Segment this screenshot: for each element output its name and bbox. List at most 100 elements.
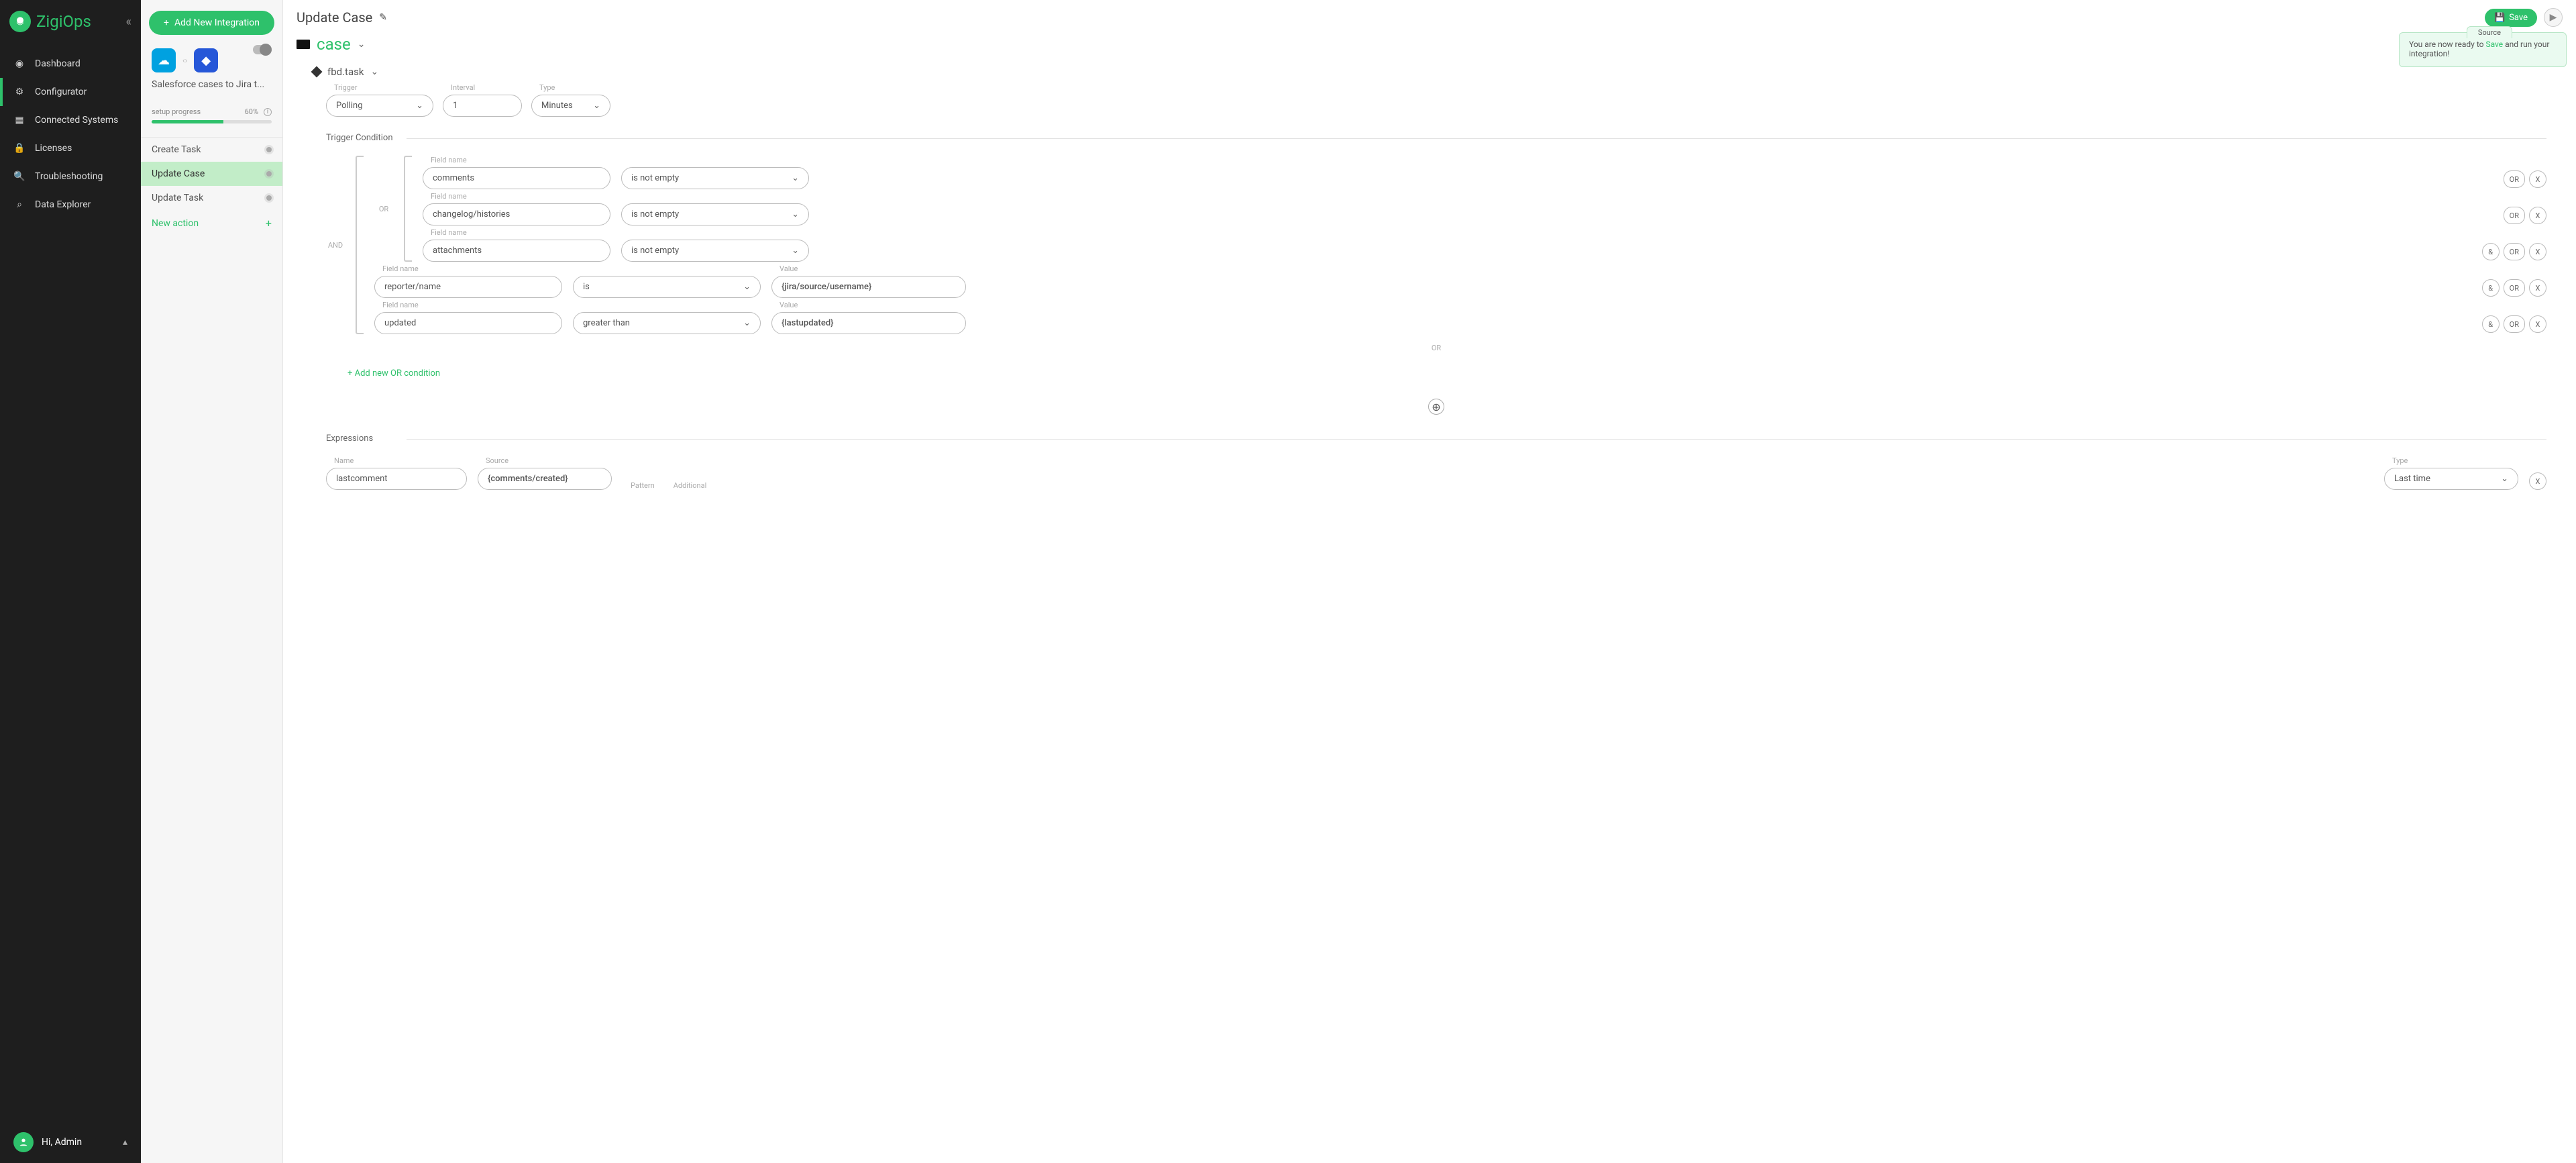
select-value: is not empty <box>631 209 679 219</box>
chevron-down-icon: ⌄ <box>593 101 600 111</box>
avatar-icon <box>13 1132 34 1152</box>
new-action-label: New action <box>152 218 199 229</box>
field-name-label: Field name <box>382 301 562 309</box>
button-label: Add New Integration <box>174 17 260 28</box>
sidebar-item-configurator[interactable]: ⚙ Configurator <box>0 78 141 106</box>
action-update-case[interactable]: Update Case <box>141 162 282 186</box>
expr-name-input[interactable] <box>326 468 467 490</box>
dashboard-icon: ◉ <box>13 58 25 70</box>
action-label: Create Task <box>152 144 201 155</box>
plus-icon: + <box>164 17 169 28</box>
jira-icon: ◆ <box>194 48 218 72</box>
value-label: Value <box>780 301 966 309</box>
divider-or: OR <box>326 344 2546 352</box>
remove-chip[interactable]: X <box>2529 207 2546 224</box>
operator-select[interactable]: is not empty ⌄ <box>621 240 809 262</box>
and-chip[interactable]: & <box>2482 315 2500 333</box>
remove-chip[interactable]: X <box>2529 472 2546 490</box>
gear-icon: ⚙ <box>13 86 25 98</box>
sidebar-item-label: Data Explorer <box>35 199 91 210</box>
add-new-integration-button[interactable]: + Add New Integration <box>149 11 274 35</box>
operator-select[interactable]: greater than⌄ <box>573 312 761 334</box>
action-label: Update Case <box>152 168 205 179</box>
sidebar-item-label: Dashboard <box>35 58 80 69</box>
info-icon[interactable]: i <box>264 108 272 116</box>
user-menu[interactable]: Hi, Admin ▴ <box>0 1121 141 1163</box>
value-label: Value <box>780 264 966 273</box>
expr-source-label: Source <box>486 456 612 465</box>
new-action-button[interactable]: New action + <box>141 210 282 236</box>
entity-label: case <box>317 35 351 54</box>
field-name-input[interactable] <box>374 312 562 334</box>
type-label: Type <box>539 83 610 92</box>
collapse-icon[interactable]: « <box>126 15 131 29</box>
run-button[interactable]: ▶ <box>2544 8 2563 27</box>
add-condition-button[interactable]: ⊕ <box>1428 399 1444 415</box>
and-chip[interactable]: & <box>2482 243 2500 260</box>
operator-select[interactable]: is not empty⌄ <box>621 167 809 189</box>
field-name-label: Field name <box>431 192 610 201</box>
sub-entity-label: fbd.task <box>327 66 364 78</box>
integration-card[interactable]: ☁ ‹› ◆ Salesforce cases to Jira t... <box>141 48 282 107</box>
select-value: greater than <box>583 318 630 328</box>
value-input[interactable] <box>771 276 966 298</box>
save-icon: 💾 <box>2494 13 2505 23</box>
expr-additional-label: Additional <box>674 481 707 490</box>
operator-select[interactable]: is not empty ⌄ <box>621 203 809 225</box>
chevron-down-icon: ⌄ <box>792 246 799 256</box>
progress-value: 60% <box>245 107 258 116</box>
section-trigger-condition: Trigger Condition <box>326 129 2546 148</box>
and-chip[interactable]: & <box>2482 279 2500 297</box>
trigger-select[interactable]: Polling ⌄ <box>326 95 433 117</box>
action-update-task[interactable]: Update Task <box>141 186 282 210</box>
select-value: is not empty <box>631 246 679 256</box>
and-label: AND <box>328 241 343 250</box>
field-name-input[interactable] <box>423 240 610 262</box>
lock-icon: 🔒 <box>13 142 25 154</box>
or-chip[interactable]: OR <box>2504 243 2525 260</box>
expr-source-input[interactable] <box>478 468 612 490</box>
field-name-input[interactable] <box>423 167 610 189</box>
save-button[interactable]: 💾 Save <box>2485 9 2537 27</box>
sidebar-item-dashboard[interactable]: ◉ Dashboard <box>0 50 141 78</box>
chevron-down-icon: ⌄ <box>792 209 799 219</box>
interval-input[interactable] <box>443 95 522 117</box>
or-chip[interactable]: OR <box>2504 207 2525 224</box>
operator-select[interactable]: is⌄ <box>573 276 761 298</box>
salesforce-icon: ☁ <box>152 48 176 72</box>
remove-chip[interactable]: X <box>2529 170 2546 188</box>
action-create-task[interactable]: Create Task <box>141 138 282 162</box>
field-name-input[interactable] <box>374 276 562 298</box>
expr-type-select[interactable]: Last time⌄ <box>2384 468 2518 490</box>
or-chip[interactable]: OR <box>2504 315 2525 333</box>
select-value: Minutes <box>541 101 573 111</box>
sidebar-item-label: Licenses <box>35 143 72 154</box>
chevron-down-icon[interactable]: ⌄ <box>370 66 378 77</box>
action-label: Update Task <box>152 193 203 203</box>
sidebar-item-connected-systems[interactable]: ▦ Connected Systems <box>0 106 141 134</box>
or-chip[interactable]: OR <box>2504 170 2525 188</box>
field-name-input[interactable] <box>423 203 610 225</box>
sidebar-item-data-explorer[interactable]: ⌕ Data Explorer <box>0 191 141 219</box>
remove-chip[interactable]: X <box>2529 315 2546 333</box>
add-or-condition-button[interactable]: + Add new OR condition <box>326 362 440 392</box>
entity-icon <box>297 40 310 49</box>
field-name-label: Field name <box>431 228 610 237</box>
bracket-icon <box>404 156 412 262</box>
status-dot-icon <box>266 195 272 201</box>
type-select[interactable]: Minutes ⌄ <box>531 95 610 117</box>
sidebar-item-label: Connected Systems <box>35 115 118 125</box>
value-input[interactable] <box>771 312 966 334</box>
sidebar-item-licenses[interactable]: 🔒 Licenses <box>0 134 141 162</box>
remove-chip[interactable]: X <box>2529 279 2546 297</box>
or-chip[interactable]: OR <box>2504 279 2525 297</box>
sidebar-item-label: Troubleshooting <box>35 171 103 182</box>
edit-icon[interactable]: ✎ <box>379 12 387 23</box>
chevron-down-icon[interactable]: ⌄ <box>358 39 366 50</box>
systems-icon: ▦ <box>13 114 25 126</box>
remove-chip[interactable]: X <box>2529 243 2546 260</box>
integration-toggle[interactable] <box>253 45 272 54</box>
interval-field[interactable] <box>453 101 512 111</box>
sidebar-item-troubleshooting[interactable]: 🔍 Troubleshooting <box>0 162 141 191</box>
section-expressions: Expressions <box>326 429 2546 448</box>
